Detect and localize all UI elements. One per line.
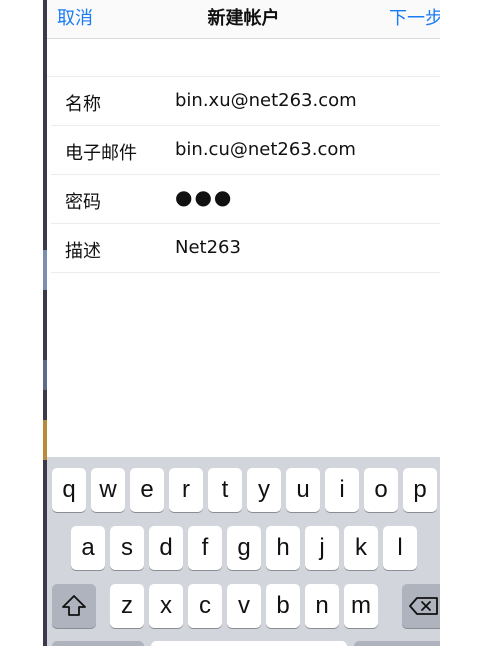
key-label: a: [81, 534, 95, 561]
email-field[interactable]: bin.cu@net263.com: [175, 139, 356, 160]
key-label: f: [201, 534, 209, 561]
key-v[interactable]: v: [227, 584, 261, 628]
key-label: o: [374, 476, 388, 503]
key-b[interactable]: b: [266, 584, 300, 628]
delete-key[interactable]: [402, 584, 440, 628]
key-label: s: [121, 534, 133, 561]
key-z[interactable]: z: [110, 584, 144, 628]
key-a[interactable]: a: [71, 526, 105, 570]
shift-key[interactable]: [52, 584, 96, 628]
key-m[interactable]: m: [344, 584, 378, 628]
key-label: t: [221, 476, 229, 503]
key-label: x: [160, 592, 172, 619]
key-r[interactable]: r: [169, 468, 203, 512]
password-label: 密码: [65, 192, 101, 213]
key-label: h: [276, 534, 290, 561]
key-k[interactable]: k: [344, 526, 378, 570]
on-screen-keyboard: q w e r t y u i o p a s d f g h j k l z …: [47, 457, 440, 646]
key-label: e: [140, 476, 154, 503]
key-label: c: [199, 592, 211, 619]
numbers-key[interactable]: [52, 641, 144, 646]
email-label: 电子邮件: [65, 143, 137, 164]
key-label: d: [159, 534, 173, 561]
key-label: u: [296, 476, 310, 503]
description-label: 描述: [65, 241, 101, 262]
key-label: q: [62, 476, 76, 503]
key-label: z: [121, 592, 133, 619]
key-label: j: [319, 534, 325, 561]
key-label: v: [238, 592, 250, 619]
password-field[interactable]: ●●●: [175, 185, 233, 209]
space-key[interactable]: [151, 641, 347, 646]
previous-screen-edge: [0, 0, 47, 646]
key-e[interactable]: e: [130, 468, 164, 512]
key-p[interactable]: p: [403, 468, 437, 512]
key-j[interactable]: j: [305, 526, 339, 570]
key-x[interactable]: x: [149, 584, 183, 628]
key-l[interactable]: l: [383, 526, 417, 570]
key-n[interactable]: n: [305, 584, 339, 628]
description-field-row[interactable]: 描述 Net263: [51, 224, 440, 273]
key-label: y: [258, 476, 270, 503]
name-label: 名称: [65, 94, 101, 115]
next-button[interactable]: 下一步: [389, 4, 440, 30]
name-field[interactable]: bin.xu@net263.com: [175, 90, 357, 111]
key-label: l: [397, 534, 403, 561]
key-label: w: [99, 476, 117, 503]
key-w[interactable]: w: [91, 468, 125, 512]
key-t[interactable]: t: [208, 468, 242, 512]
key-y[interactable]: y: [247, 468, 281, 512]
key-label: r: [182, 476, 190, 503]
key-label: p: [413, 476, 427, 503]
return-key[interactable]: [354, 641, 440, 646]
delete-icon: [409, 597, 438, 615]
key-g[interactable]: g: [227, 526, 261, 570]
key-o[interactable]: o: [364, 468, 398, 512]
new-account-screen: 取消 新建帐户 下一步 名称 bin.xu@net263.com 电子邮件 bi…: [47, 0, 440, 646]
key-i[interactable]: i: [325, 468, 359, 512]
navigation-bar: 取消 新建帐户 下一步: [47, 0, 440, 39]
key-c[interactable]: c: [188, 584, 222, 628]
key-d[interactable]: d: [149, 526, 183, 570]
description-field[interactable]: Net263: [175, 237, 241, 258]
key-label: b: [276, 592, 290, 619]
key-label: i: [339, 476, 345, 503]
key-f[interactable]: f: [188, 526, 222, 570]
shift-icon: [62, 595, 86, 616]
key-h[interactable]: h: [266, 526, 300, 570]
key-s[interactable]: s: [110, 526, 144, 570]
key-q[interactable]: q: [52, 468, 86, 512]
password-field-row[interactable]: 密码 ●●●: [51, 175, 440, 224]
name-field-row[interactable]: 名称 bin.xu@net263.com: [51, 77, 440, 126]
page-title: 新建帐户: [207, 8, 280, 29]
email-field-row[interactable]: 电子邮件 bin.cu@net263.com: [51, 126, 440, 175]
key-label: m: [351, 592, 371, 619]
key-label: g: [237, 534, 251, 561]
account-form: 名称 bin.xu@net263.com 电子邮件 bin.cu@net263.…: [47, 76, 440, 273]
key-u[interactable]: u: [286, 468, 320, 512]
key-label: k: [355, 534, 367, 561]
right-margin: [440, 0, 484, 646]
key-label: n: [315, 592, 329, 619]
